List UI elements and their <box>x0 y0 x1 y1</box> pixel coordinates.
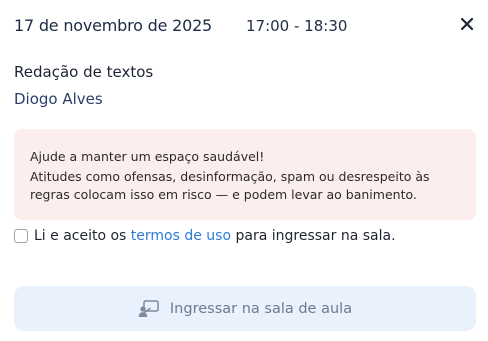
terms-acceptance: Li e aceito os termos de uso para ingres… <box>14 226 396 246</box>
course-name: Redação de textos <box>14 63 154 81</box>
community-warning: Ajude a manter um espaço saudável! Atitu… <box>14 129 476 220</box>
terms-of-use-link[interactable]: termos de uso <box>131 228 231 244</box>
join-classroom-button[interactable]: Ingressar na sala de aula <box>14 286 476 331</box>
teacher-name: Diogo Alves <box>14 90 103 108</box>
class-time: 17:00 - 18:30 <box>246 17 348 35</box>
classroom-icon <box>138 299 160 318</box>
terms-suffix: para ingressar na sala. <box>231 228 396 244</box>
class-date: 17 de novembro de 2025 <box>14 16 213 35</box>
class-header: 17 de novembro de 2025 17:00 - 18:30 <box>14 16 478 38</box>
warning-title: Ajude a manter um espaço saudável! <box>30 149 265 164</box>
terms-prefix: Li e aceito os <box>34 228 131 244</box>
join-button-label: Ingressar na sala de aula <box>169 300 353 317</box>
close-icon[interactable] <box>458 15 478 35</box>
warning-text: Atitudes como ofensas, desinformação, sp… <box>30 169 430 202</box>
terms-label: Li e aceito os termos de uso para ingres… <box>34 228 396 244</box>
terms-checkbox[interactable] <box>14 229 28 243</box>
